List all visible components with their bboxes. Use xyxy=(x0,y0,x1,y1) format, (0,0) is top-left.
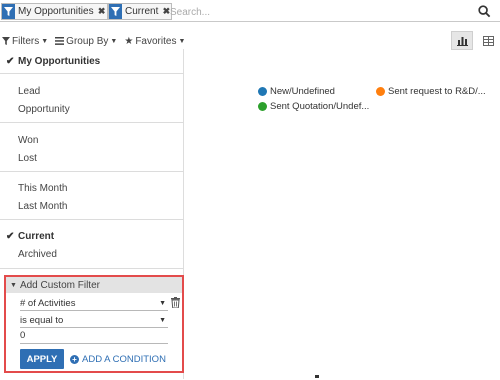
filter-won[interactable]: Won xyxy=(18,135,38,146)
facet-label: Current xyxy=(125,6,159,17)
legend-label: Sent Quotation/Undef... xyxy=(270,101,370,112)
caret-down-icon: ▼ xyxy=(41,37,49,45)
caret-down-icon: ▼ xyxy=(10,281,17,289)
list-view-button[interactable] xyxy=(477,31,499,50)
plus-circle-icon: + xyxy=(70,355,79,364)
filter-value-input[interactable]: 0 xyxy=(20,330,168,344)
divider xyxy=(0,219,184,220)
filter-value-text: 0 xyxy=(20,330,26,341)
custom-filter-panel: ▼ Add Custom Filter # of Activities ▼ is… xyxy=(4,275,184,373)
filter-current[interactable]: ✔ Current xyxy=(6,231,55,242)
divider xyxy=(0,171,184,172)
legend-item[interactable]: Sent request to R&D/... xyxy=(376,86,486,97)
search-input[interactable] xyxy=(170,5,470,19)
filter-label: This Month xyxy=(18,183,68,194)
filter-label: Won xyxy=(18,135,39,146)
operator-select-value: is equal to xyxy=(20,315,64,326)
groupby-button[interactable]: Group By ▼ xyxy=(55,36,117,47)
check-icon: ✔ xyxy=(6,231,15,242)
add-condition-label: ADD A CONDITION xyxy=(82,354,166,365)
caret-down-icon: ▼ xyxy=(110,37,118,45)
custom-filter-title: Add Custom Filter xyxy=(19,279,100,291)
list-icon xyxy=(55,37,65,45)
search-toolbar: Filters ▼ Group By ▼ ★ Favorites ▼ xyxy=(2,34,185,48)
filters-label: Filters xyxy=(12,35,40,47)
filter-icon xyxy=(2,37,10,45)
filter-label: Lost xyxy=(18,153,37,164)
table-icon xyxy=(482,35,494,46)
legend-label: Sent request to R&D/... xyxy=(388,86,486,97)
divider xyxy=(0,268,184,269)
filter-label: Opportunity xyxy=(18,104,70,115)
operator-select[interactable]: is equal to ▼ xyxy=(20,314,168,328)
remove-facet-icon[interactable]: ✖ xyxy=(97,6,107,17)
star-icon: ★ xyxy=(124,35,134,47)
filter-label: Current xyxy=(18,231,55,242)
filter-my-opportunities[interactable]: ✔ My Opportunities xyxy=(6,56,101,67)
divider xyxy=(0,122,184,123)
filters-button[interactable]: Filters ▼ xyxy=(2,36,48,47)
legend-dot xyxy=(258,102,267,111)
filter-lead[interactable]: Lead xyxy=(18,86,40,97)
caret-down-icon: ▼ xyxy=(159,317,166,324)
add-custom-filter-toggle[interactable]: ▼ Add Custom Filter xyxy=(6,277,182,293)
caret-down-icon: ▼ xyxy=(178,37,186,45)
filter-icon xyxy=(2,4,15,19)
filter-icon xyxy=(109,4,122,19)
search-bar: My Opportunities ✖ Current ✖ xyxy=(0,2,500,22)
filter-opportunity[interactable]: Opportunity xyxy=(18,104,70,115)
graph-view-button[interactable] xyxy=(451,31,473,50)
trash-icon[interactable] xyxy=(171,297,181,309)
favorites-label: Favorites xyxy=(135,35,177,47)
field-select-value: # of Activities xyxy=(20,298,76,309)
favorites-button[interactable]: ★ Favorites ▼ xyxy=(124,36,185,47)
legend-item[interactable]: New/Undefined xyxy=(258,86,335,97)
filter-archived[interactable]: Archived xyxy=(18,249,57,260)
groupby-label: Group By xyxy=(66,35,109,47)
facet-label: My Opportunities xyxy=(18,6,94,17)
legend-dot xyxy=(258,87,267,96)
check-icon: ✔ xyxy=(6,56,15,67)
field-select[interactable]: # of Activities ▼ xyxy=(20,297,168,311)
facet-my-opportunities[interactable]: My Opportunities ✖ xyxy=(1,3,108,20)
legend-item[interactable]: Sent Quotation/Undef... xyxy=(258,101,369,112)
caret-down-icon: ▼ xyxy=(159,300,166,307)
divider xyxy=(0,73,184,74)
mouse-cursor-icon xyxy=(315,375,319,378)
search-icon[interactable] xyxy=(478,5,492,19)
filter-label: Archived xyxy=(18,249,57,260)
filter-this-month[interactable]: This Month xyxy=(18,183,67,194)
apply-button[interactable]: APPLY xyxy=(20,349,64,369)
filter-last-month[interactable]: Last Month xyxy=(18,201,67,212)
bar-chart-icon xyxy=(456,36,468,46)
legend-dot xyxy=(376,87,385,96)
add-condition-button[interactable]: + ADD A CONDITION xyxy=(70,354,166,365)
filter-lost[interactable]: Lost xyxy=(18,153,37,164)
filter-label: Lead xyxy=(18,86,41,97)
legend-label: New/Undefined xyxy=(270,86,335,97)
filter-label: My Opportunities xyxy=(18,56,101,67)
facet-current[interactable]: Current ✖ xyxy=(108,3,173,20)
filter-label: Last Month xyxy=(18,201,68,212)
